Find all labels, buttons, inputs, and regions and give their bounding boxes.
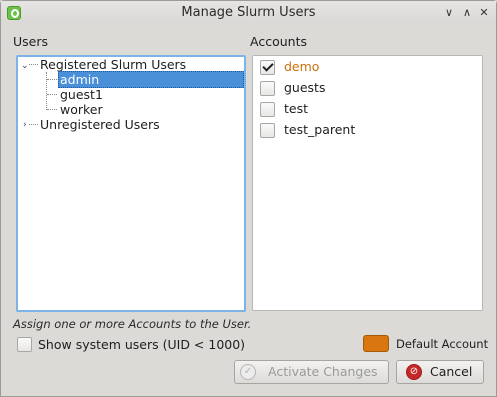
- accounts-list[interactable]: demo guests test test_parent: [252, 55, 483, 311]
- tree-connector: [46, 72, 47, 110]
- account-label: guests: [284, 80, 326, 95]
- tree-connector: [47, 79, 57, 80]
- hint-text: Assign one or more Accounts to the User.: [13, 317, 252, 331]
- account-label: demo: [284, 59, 320, 74]
- activate-button-label: Activate Changes: [268, 364, 378, 379]
- checkbox-checked[interactable]: [260, 60, 275, 75]
- tree-connector: [29, 124, 38, 125]
- cancel-button-label: Cancel: [430, 364, 473, 379]
- tree-item-worker[interactable]: worker: [60, 102, 103, 117]
- title-bar: Manage Slurm Users ∨ ∧ ✕: [1, 1, 496, 25]
- default-account-label: Default Account: [396, 337, 489, 351]
- collapsed-arrow-icon[interactable]: ›: [23, 121, 31, 130]
- tree-item-selected[interactable]: admin: [58, 71, 244, 88]
- account-label: test_parent: [284, 122, 356, 137]
- chevron-up-icon[interactable]: ∧: [460, 6, 474, 20]
- users-section-label: Users: [13, 34, 49, 49]
- cancel-button[interactable]: ⊘ Cancel: [396, 360, 484, 384]
- activate-changes-button[interactable]: ✓ Activate Changes: [234, 360, 389, 384]
- cancel-icon: ⊘: [406, 364, 422, 380]
- show-system-users-label[interactable]: Show system users (UID < 1000): [38, 337, 245, 352]
- show-system-users-checkbox[interactable]: [17, 337, 32, 352]
- tree-item-guest1[interactable]: guest1: [60, 87, 103, 102]
- users-tree[interactable]: ⌄ Registered Slurm Users admin guest1 wo…: [16, 55, 246, 312]
- tree-item-admin: admin: [60, 72, 100, 87]
- tree-connector: [47, 109, 57, 110]
- checkbox[interactable]: [260, 102, 275, 117]
- close-icon[interactable]: ✕: [477, 6, 491, 20]
- tree-connector: [29, 64, 38, 65]
- tree-group-unregistered[interactable]: Unregistered Users: [40, 117, 160, 132]
- window-title: Manage Slurm Users: [181, 5, 316, 20]
- expanded-arrow-icon[interactable]: ⌄: [21, 62, 29, 71]
- chevron-down-icon[interactable]: ∨: [442, 6, 456, 20]
- tree-connector: [47, 94, 57, 95]
- accounts-section-label: Accounts: [250, 34, 307, 49]
- default-account-color-swatch: [363, 335, 389, 352]
- account-label: test: [284, 101, 309, 116]
- checkmark-icon: ✓: [240, 364, 256, 380]
- checkbox[interactable]: [260, 123, 275, 138]
- tree-group-registered[interactable]: Registered Slurm Users: [40, 57, 186, 72]
- checkbox[interactable]: [260, 81, 275, 96]
- dialog-window: Manage Slurm Users ∨ ∧ ✕ Users Accounts …: [0, 0, 497, 397]
